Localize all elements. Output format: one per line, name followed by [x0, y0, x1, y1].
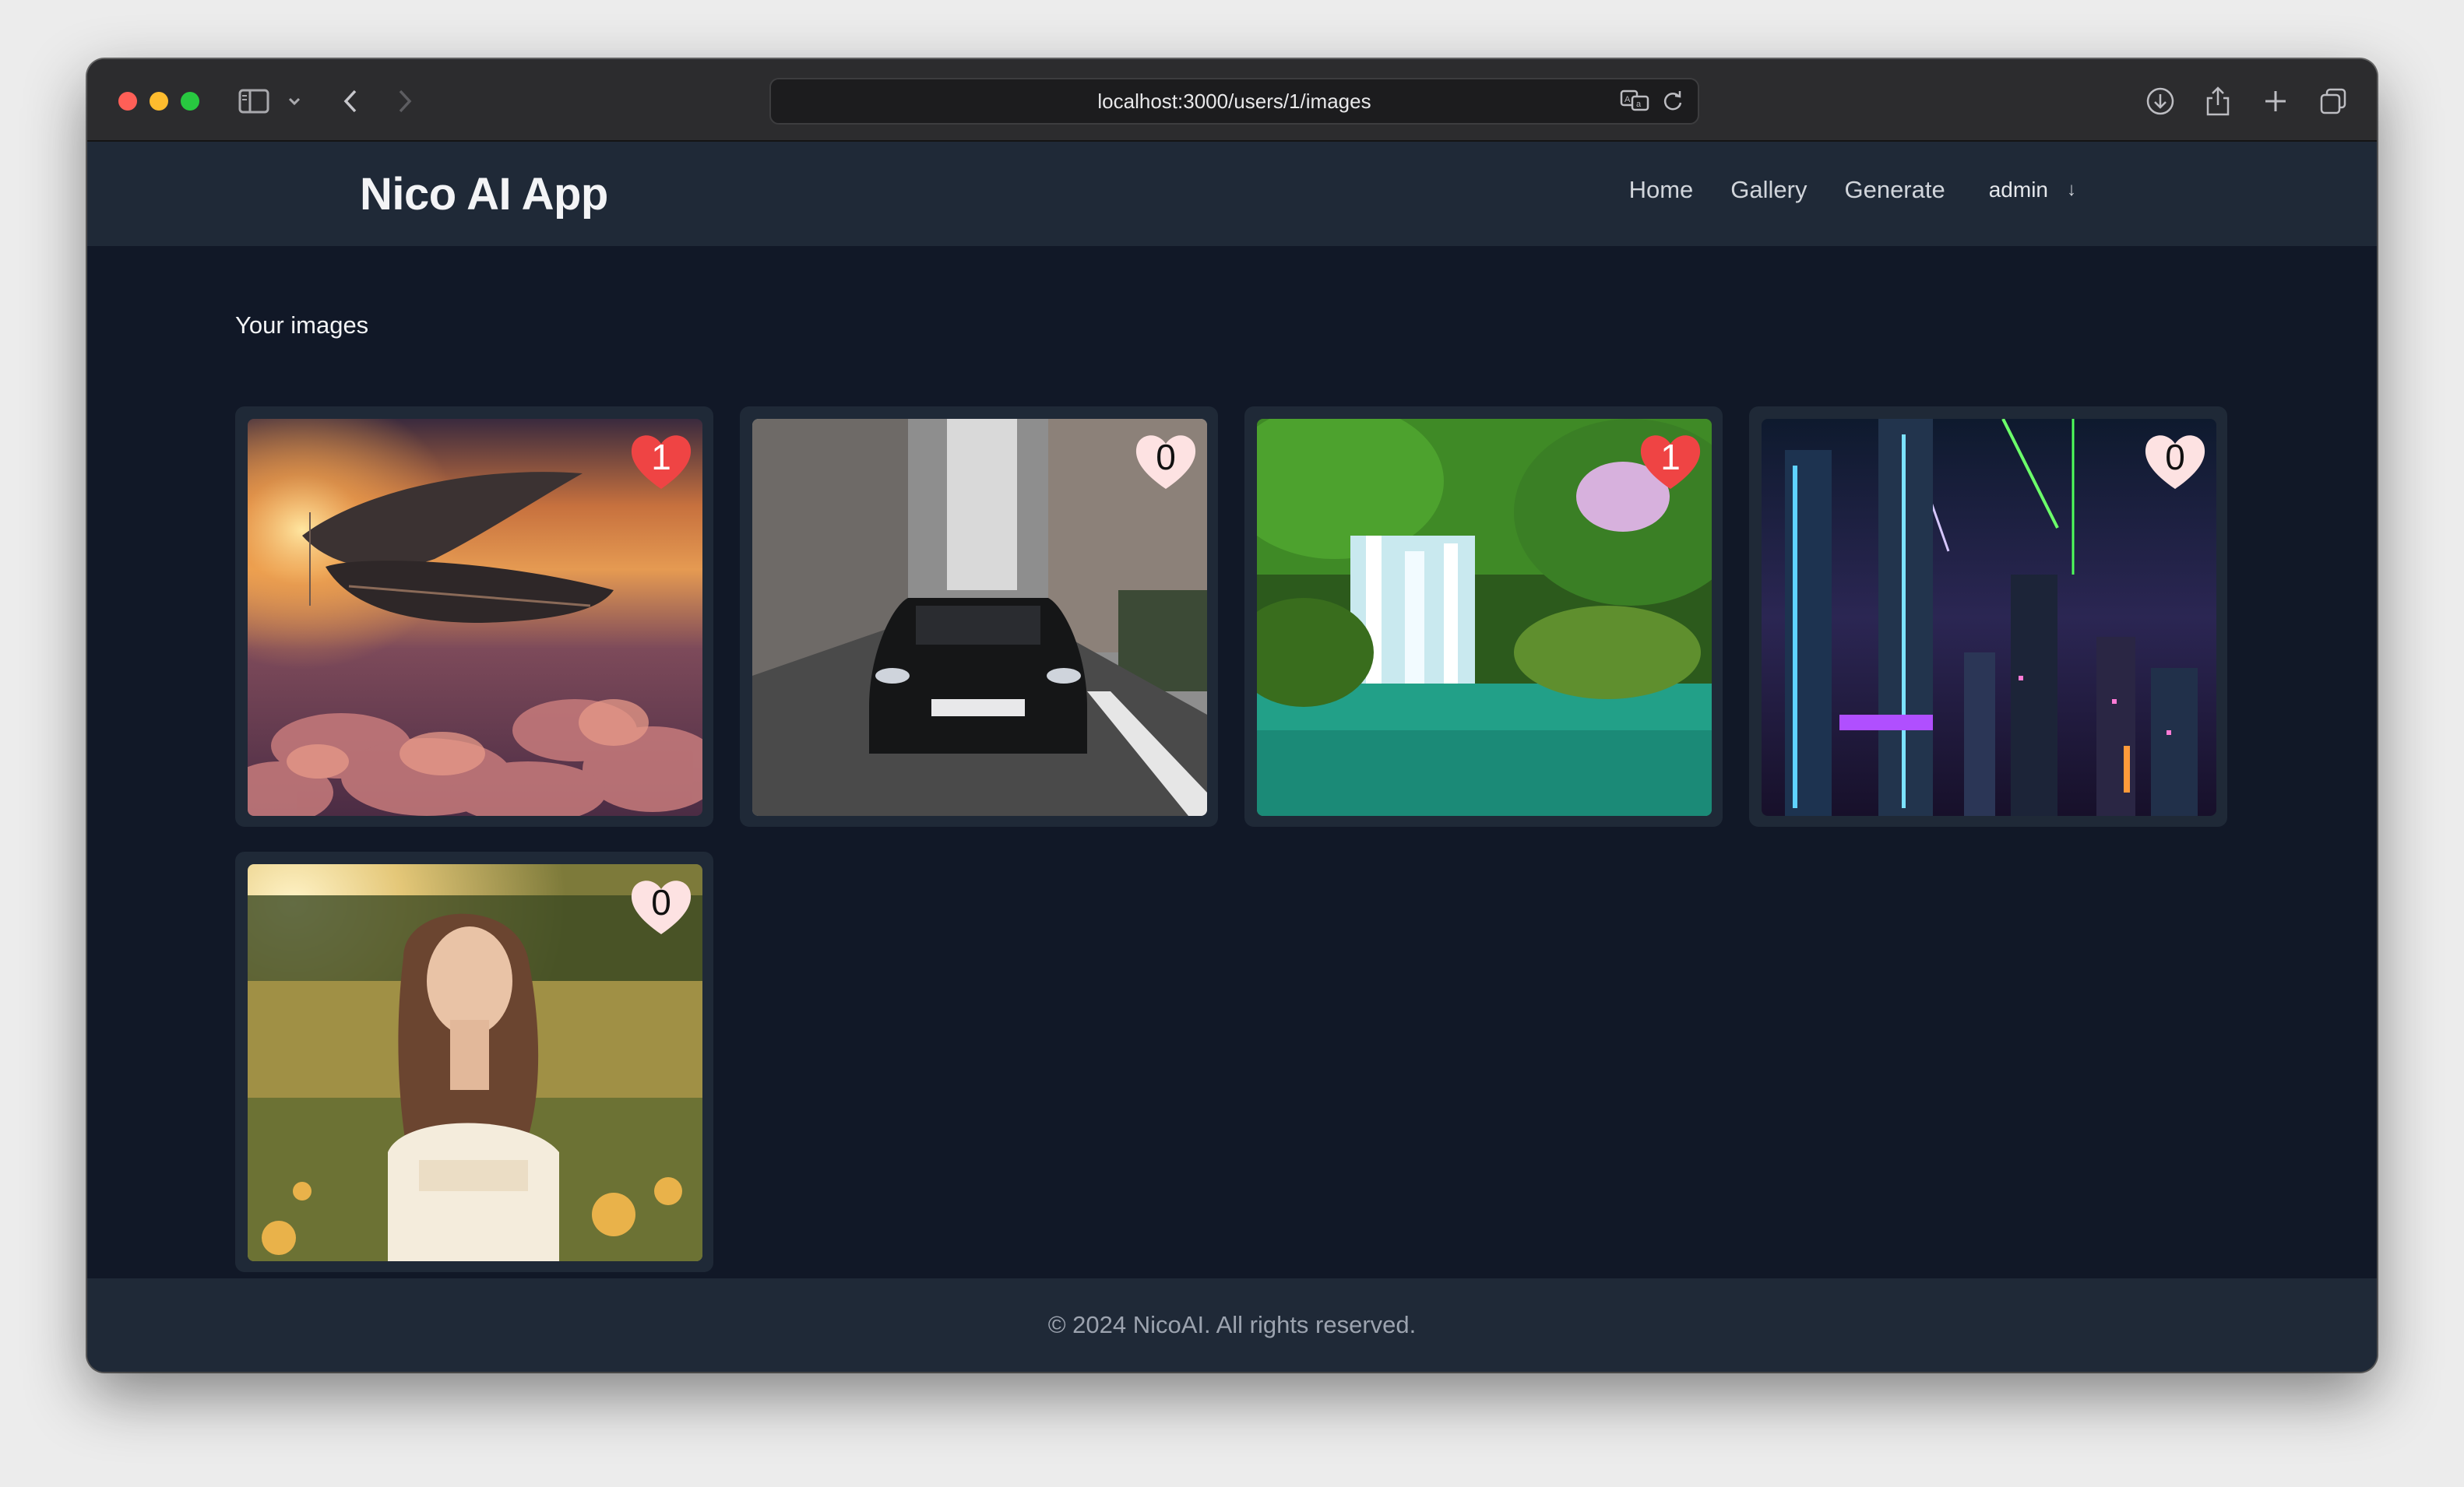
nav-home-link[interactable]: Home — [1629, 176, 1694, 204]
like-button[interactable]: 1 — [1637, 431, 1704, 492]
new-tab-icon[interactable] — [2258, 83, 2293, 120]
image-card[interactable]: 0 — [1749, 406, 2227, 827]
like-button[interactable]: 1 — [628, 431, 695, 492]
forward-icon[interactable] — [389, 83, 421, 120]
section-title: Your images — [235, 311, 369, 339]
svg-text:A: A — [1624, 95, 1631, 104]
image-card[interactable]: 0 — [740, 406, 1218, 827]
tabs-overview-icon[interactable] — [2316, 83, 2350, 120]
footer-text: © 2024 NicoAI. All rights reserved. — [1047, 1311, 1417, 1338]
like-button[interactable]: 0 — [628, 877, 695, 937]
reload-icon[interactable] — [1662, 89, 1684, 118]
browser-window: localhost:3000/users/1/images Aa Nico AI… — [87, 59, 2377, 1372]
app-navbar: Nico AI App Home Gallery Generate admin … — [87, 142, 2377, 246]
like-count: 1 — [1660, 437, 1681, 477]
nav-generate-link[interactable]: Generate — [1844, 176, 1945, 204]
browser-titlebar: localhost:3000/users/1/images Aa — [87, 59, 2377, 142]
image-card[interactable]: 1 — [1244, 406, 1723, 827]
like-button[interactable]: 0 — [1132, 431, 1199, 492]
app-brand[interactable]: Nico AI App — [360, 168, 608, 220]
user-menu-arrow-icon: ↓ — [2067, 179, 2076, 200]
sidebar-icon[interactable] — [235, 83, 273, 120]
nav-gallery-link[interactable]: Gallery — [1730, 176, 1807, 204]
address-bar[interactable]: localhost:3000/users/1/images Aa — [769, 78, 1699, 125]
nav-links: Home Gallery Generate admin ↓ — [1592, 176, 2076, 204]
download-icon[interactable] — [2143, 83, 2177, 120]
main-content: Your images 1 0 1 0 0 — [87, 246, 2377, 1339]
chevron-down-icon[interactable] — [283, 83, 305, 120]
url-text: localhost:3000/users/1/images — [1097, 89, 1371, 113]
image-card[interactable]: 0 — [235, 852, 713, 1272]
svg-text:a: a — [1636, 100, 1642, 109]
app-footer: © 2024 NicoAI. All rights reserved. — [87, 1278, 2377, 1372]
user-menu[interactable]: admin ↓ — [1989, 178, 2076, 202]
minimize-window-button[interactable] — [150, 92, 168, 111]
user-name: admin — [1988, 178, 2048, 202]
like-count: 1 — [651, 437, 671, 477]
translate-icon[interactable]: Aa — [1620, 89, 1651, 118]
close-window-button[interactable] — [118, 92, 137, 111]
like-count: 0 — [651, 882, 671, 923]
back-icon[interactable] — [335, 83, 366, 120]
zoom-window-button[interactable] — [181, 92, 199, 111]
share-icon[interactable] — [2201, 83, 2235, 120]
like-count: 0 — [2165, 437, 2185, 477]
image-card[interactable]: 1 — [235, 406, 713, 827]
like-count: 0 — [1156, 437, 1176, 477]
like-button[interactable]: 0 — [2142, 431, 2209, 492]
